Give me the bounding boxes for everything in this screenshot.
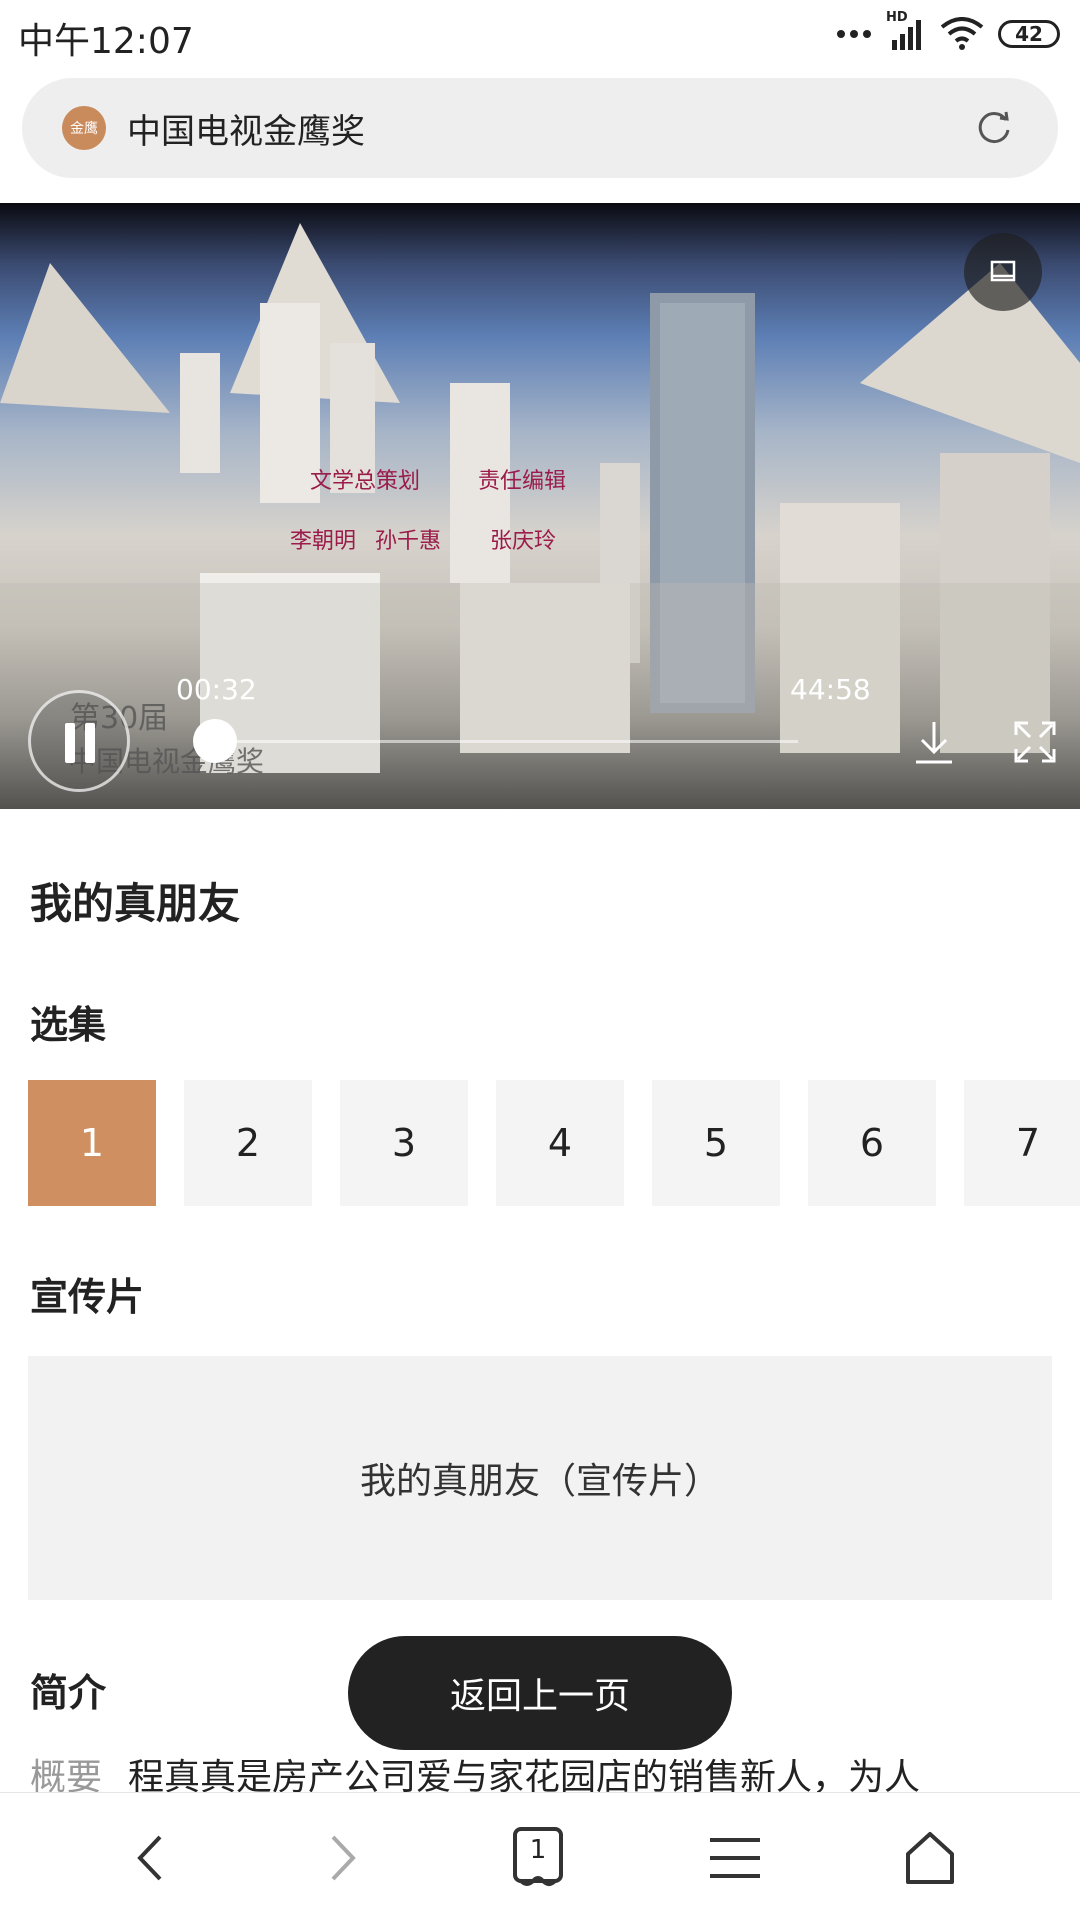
episode-button[interactable]: 6 xyxy=(808,1080,936,1206)
progress-knob[interactable] xyxy=(193,719,237,763)
menu-button[interactable] xyxy=(700,1823,770,1893)
bottom-nav: 1 xyxy=(0,1792,1080,1921)
status-bar: 中午12:07 HD 42 xyxy=(0,0,1080,70)
video-player[interactable]: 文学总策划 责任编辑 李朝明 孙千惠 张庆玲 第30届 中国电视金鹰奖 00:3… xyxy=(0,203,1080,809)
intro-heading: 简介 xyxy=(30,1671,107,1715)
fullscreen-icon[interactable] xyxy=(1014,721,1056,763)
pause-icon[interactable] xyxy=(28,690,130,792)
video-credits-overlay: 文学总策划 责任编辑 李朝明 孙千惠 张庆玲 xyxy=(290,469,566,554)
wifi-icon xyxy=(940,17,984,50)
episode-button[interactable]: 5 xyxy=(652,1080,780,1206)
forward-button[interactable] xyxy=(308,1823,378,1893)
reload-icon[interactable] xyxy=(974,108,1014,148)
svg-text:文学总策划: 文学总策划 xyxy=(310,469,420,494)
episodes-heading: 选集 xyxy=(30,1003,107,1047)
episode-button[interactable]: 4 xyxy=(496,1080,624,1206)
episode-button[interactable]: 7 xyxy=(964,1080,1080,1206)
menu-icon xyxy=(710,1838,760,1878)
episode-button[interactable]: 2 xyxy=(184,1080,312,1206)
back-button[interactable] xyxy=(115,1823,185,1893)
trailer-heading: 宣传片 xyxy=(30,1275,145,1319)
picture-in-picture-button[interactable] xyxy=(964,233,1042,311)
svg-text:张庆玲: 张庆玲 xyxy=(490,529,556,554)
home-icon xyxy=(906,1832,954,1884)
progress-bar[interactable] xyxy=(214,740,798,743)
back-toast-button[interactable]: 返回上一页 xyxy=(348,1636,732,1750)
trailer-item[interactable]: 我的真朋友（宣传片） xyxy=(28,1356,1052,1600)
home-button[interactable] xyxy=(895,1823,965,1893)
tabs-button[interactable]: 1 xyxy=(503,1823,573,1893)
download-icon[interactable] xyxy=(912,718,956,768)
page-title[interactable]: 中国电视金鹰奖 xyxy=(127,104,365,153)
network-badge: HD xyxy=(886,10,908,25)
battery-icon: 42 xyxy=(998,20,1060,48)
episode-button[interactable]: 3 xyxy=(340,1080,468,1206)
status-time: 中午12:07 xyxy=(18,21,194,62)
svg-text:责任编辑: 责任编辑 xyxy=(478,469,566,494)
status-icons: HD 42 xyxy=(836,10,1060,54)
address-bar[interactable]: 金鹰 中国电视金鹰奖 xyxy=(22,78,1058,178)
back-icon xyxy=(137,1835,162,1881)
episode-list: 1234567 xyxy=(28,1080,1080,1206)
tab-count: 1 xyxy=(529,1835,547,1865)
svg-text:李朝明: 李朝明 xyxy=(290,529,356,554)
more-dots-icon xyxy=(837,30,871,38)
forward-icon xyxy=(331,1835,356,1881)
show-title: 我的真朋友 xyxy=(30,879,241,928)
total-time: 44:58 xyxy=(790,673,871,706)
site-logo: 金鹰 xyxy=(62,106,106,150)
battery-level: 42 xyxy=(1015,22,1043,46)
svg-text:孙千惠: 孙千惠 xyxy=(375,529,441,554)
current-time: 00:32 xyxy=(176,673,257,706)
picture-in-picture-icon xyxy=(990,260,1016,282)
episode-button[interactable]: 1 xyxy=(28,1080,156,1206)
trailer-item-label: 我的真朋友（宣传片） xyxy=(359,1461,720,1502)
signal-icon: HD xyxy=(886,10,926,52)
